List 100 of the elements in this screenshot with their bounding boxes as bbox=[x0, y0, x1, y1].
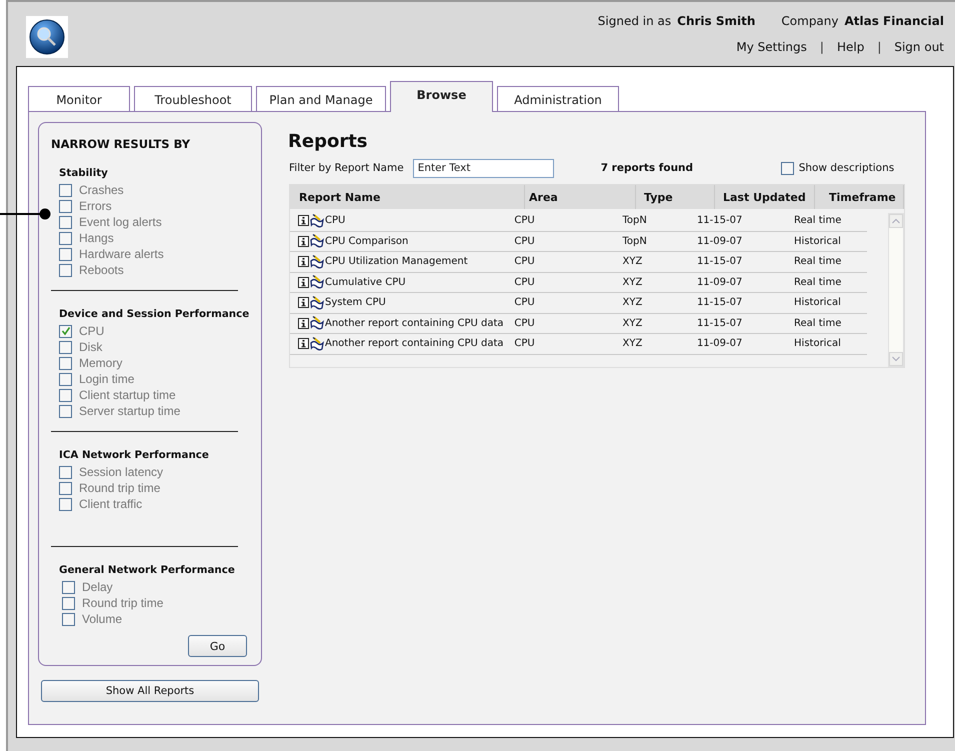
tab[interactable]: Plan and Manage bbox=[256, 86, 386, 111]
logo-icon bbox=[29, 19, 65, 55]
checkbox[interactable] bbox=[62, 596, 75, 610]
checkbox[interactable] bbox=[59, 498, 72, 510]
option-label[interactable]: Hardware alerts bbox=[79, 247, 164, 261]
table-cell-text: 11-09-07 bbox=[696, 236, 744, 247]
table-cell-text: Historical bbox=[793, 297, 842, 308]
tab[interactable]: Monitor bbox=[28, 86, 130, 111]
option-label[interactable]: Login time bbox=[79, 372, 134, 386]
tab[interactable]: Browse bbox=[390, 81, 493, 112]
table-cell-text: 11-15-07 bbox=[696, 256, 744, 268]
checkbox[interactable] bbox=[780, 162, 794, 174]
report-name[interactable]: Another report containing CPU data bbox=[325, 338, 504, 350]
table-cell-text: XYZ bbox=[622, 318, 644, 329]
show-all-button[interactable]: Show All Reports bbox=[41, 680, 259, 702]
report-icon bbox=[310, 214, 324, 228]
table-cell-text: Historical bbox=[793, 236, 842, 247]
table-cell-text: CPU bbox=[513, 236, 536, 247]
option-label[interactable]: Client startup time bbox=[79, 388, 176, 402]
option-label[interactable]: Reboots bbox=[79, 263, 124, 277]
report-name[interactable]: CPU Utilization Management bbox=[325, 256, 468, 268]
go-button[interactable]: Go bbox=[188, 635, 247, 657]
option-label[interactable]: Round trip time bbox=[82, 596, 164, 610]
column-header[interactable]: Timeframe bbox=[815, 185, 904, 209]
checkbox[interactable] bbox=[59, 388, 72, 402]
checkbox[interactable] bbox=[59, 232, 72, 244]
option-label[interactable]: CPU bbox=[79, 324, 104, 338]
checkbox[interactable] bbox=[59, 356, 72, 370]
info-icon[interactable] bbox=[298, 256, 309, 268]
checkbox[interactable] bbox=[62, 612, 75, 626]
checkbox[interactable] bbox=[59, 340, 72, 354]
option-label[interactable]: Disk bbox=[79, 340, 102, 354]
checkbox-label[interactable]: Show descriptions bbox=[798, 162, 894, 174]
scrollbar[interactable] bbox=[888, 213, 904, 367]
column-header[interactable]: Area bbox=[525, 185, 636, 209]
checkbox[interactable] bbox=[59, 372, 72, 386]
option-label[interactable]: Server startup time bbox=[79, 404, 180, 418]
tab[interactable]: Administration bbox=[497, 86, 619, 111]
option-label[interactable]: Event log alerts bbox=[79, 215, 162, 229]
table-cell-text: 11-15-07 bbox=[696, 318, 744, 329]
checkbox[interactable] bbox=[59, 248, 72, 260]
page-title: Reports bbox=[288, 131, 369, 152]
option-label[interactable]: Errors bbox=[79, 199, 112, 213]
column-header[interactable]: Report Name bbox=[290, 185, 525, 209]
report-icon bbox=[310, 296, 324, 310]
report-name[interactable]: CPU Comparison bbox=[325, 236, 408, 247]
option-label[interactable]: Crashes bbox=[79, 183, 124, 197]
checkbox[interactable] bbox=[59, 200, 72, 212]
table-cell-text: CPU bbox=[513, 215, 536, 226]
option-label[interactable]: Volume bbox=[82, 612, 122, 626]
checkbox[interactable] bbox=[59, 264, 72, 276]
report-name[interactable]: Cumulative CPU bbox=[325, 276, 406, 288]
table-cell-text: CPU bbox=[513, 276, 536, 288]
checkbox[interactable] bbox=[59, 324, 72, 338]
option-label[interactable]: Delay bbox=[82, 580, 113, 594]
info-icon[interactable] bbox=[298, 318, 309, 329]
nav-link[interactable]: My Settings bbox=[736, 40, 807, 54]
info-icon[interactable] bbox=[298, 236, 309, 247]
company-label: Company bbox=[781, 14, 838, 28]
table-cell-text: XYZ bbox=[622, 276, 644, 288]
report-icon bbox=[310, 336, 324, 351]
table-cell-text: 11-15-07 bbox=[696, 297, 744, 308]
nav-link[interactable]: Help bbox=[836, 40, 864, 54]
info-icon[interactable] bbox=[298, 297, 309, 308]
separator: | bbox=[876, 40, 882, 54]
option-label[interactable]: Memory bbox=[79, 356, 122, 370]
column-header[interactable]: Last Updated bbox=[715, 185, 815, 209]
table-cell-text: XYZ bbox=[622, 338, 644, 350]
option-label[interactable]: Round trip time bbox=[79, 481, 160, 495]
checkbox[interactable] bbox=[62, 580, 75, 594]
table-cell-text: Historical bbox=[793, 338, 842, 350]
nav-link[interactable]: Sign out bbox=[894, 40, 944, 54]
column-header[interactable]: Type bbox=[636, 185, 715, 209]
table-cell-text: XYZ bbox=[622, 297, 644, 308]
checkbox[interactable] bbox=[59, 404, 72, 418]
option-label[interactable]: Hangs bbox=[79, 231, 114, 245]
report-icon bbox=[310, 275, 324, 290]
company-name: Atlas Financial bbox=[844, 14, 944, 28]
report-name[interactable]: Another report containing CPU data bbox=[325, 318, 504, 329]
tab[interactable]: Troubleshoot bbox=[134, 86, 252, 111]
report-icon bbox=[310, 234, 324, 248]
info-icon[interactable] bbox=[298, 276, 309, 288]
checkbox[interactable] bbox=[59, 482, 72, 494]
result-count: 7 reports found bbox=[600, 162, 694, 174]
option-label[interactable]: Session latency bbox=[79, 465, 164, 479]
checkbox[interactable] bbox=[59, 466, 72, 478]
table-cell-text: 11-15-07 bbox=[696, 215, 744, 226]
report-name[interactable]: CPU bbox=[325, 215, 346, 226]
info-icon[interactable] bbox=[298, 215, 309, 226]
info-icon[interactable] bbox=[298, 338, 309, 350]
option-label[interactable]: Client traffic bbox=[79, 497, 142, 511]
report-name[interactable]: System CPU bbox=[325, 297, 386, 308]
checkbox[interactable] bbox=[59, 184, 72, 196]
table-cell-text: Real time bbox=[793, 256, 842, 268]
group-heading: General Network Performance bbox=[59, 564, 236, 576]
table-cell-text: Real time bbox=[793, 318, 842, 329]
table-cell-text: Real time bbox=[793, 276, 842, 288]
filter-field[interactable]: Enter Text bbox=[412, 158, 554, 178]
report-icon bbox=[310, 316, 324, 330]
checkbox[interactable] bbox=[59, 216, 72, 228]
